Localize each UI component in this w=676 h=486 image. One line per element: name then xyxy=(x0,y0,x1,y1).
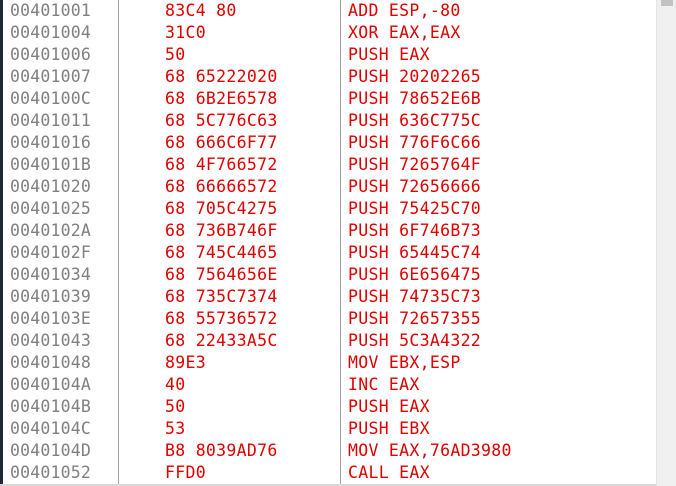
hex-bytes-cell[interactable]: 68 735C7374 xyxy=(165,286,278,308)
address-cell[interactable]: 0040104A xyxy=(10,374,91,396)
hex-bytes-cell[interactable]: 68 745C4465 xyxy=(165,242,278,264)
hex-bytes-cell[interactable]: 68 5C776C63 xyxy=(165,110,278,132)
disassembly-row[interactable]: 0040102A 68 736B746F PUSH 6F746B73 xyxy=(0,220,656,242)
instruction-cell[interactable]: PUSH EAX xyxy=(348,396,430,418)
hex-bytes-cell[interactable]: 68 666C6F77 xyxy=(165,132,278,154)
disassembly-row[interactable]: 0040101B 68 4F766572 PUSH 7265764F xyxy=(0,154,656,176)
instruction-cell[interactable]: CALL EAX xyxy=(348,462,430,484)
address-cell[interactable]: 0040103E xyxy=(10,308,91,330)
address-cell[interactable]: 0040104C xyxy=(10,418,91,440)
hex-bytes-cell[interactable]: 40 xyxy=(165,374,185,396)
disassembly-row[interactable]: 00401034 68 7564656E PUSH 6E656475 xyxy=(0,264,656,286)
disassembly-row[interactable]: 00401039 68 735C7374 PUSH 74735C73 xyxy=(0,286,656,308)
hex-bytes-cell[interactable]: 68 66666572 xyxy=(165,176,278,198)
address-cell[interactable]: 00401006 xyxy=(10,44,91,66)
disassembly-row[interactable]: 00401043 68 22433A5C PUSH 5C3A4322 xyxy=(0,330,656,352)
instruction-cell[interactable]: MOV EAX,76AD3980 xyxy=(348,440,512,462)
address-cell[interactable]: 00401043 xyxy=(10,330,91,352)
hex-bytes-cell[interactable]: FFD0 xyxy=(165,462,206,484)
instruction-cell[interactable]: PUSH 65445C74 xyxy=(348,242,481,264)
disassembly-row[interactable]: 0040102F 68 745C4465 PUSH 65445C74 xyxy=(0,242,656,264)
hex-bytes-cell[interactable]: 53 xyxy=(165,418,185,440)
address-cell[interactable]: 00401034 xyxy=(10,264,91,286)
disassembly-row[interactable]: 00401001 83C4 80 ADD ESP,-80 xyxy=(0,0,656,22)
address-cell[interactable]: 00401025 xyxy=(10,198,91,220)
disassembly-row[interactable]: 00401006 50 PUSH EAX xyxy=(0,44,656,66)
instruction-cell[interactable]: PUSH 5C3A4322 xyxy=(348,330,481,352)
hex-bytes-cell[interactable]: 83C4 80 xyxy=(165,0,237,22)
address-cell[interactable]: 0040102F xyxy=(10,242,91,264)
disassembly-row[interactable]: 0040104B 50 PUSH EAX xyxy=(0,396,656,418)
disassembly-rows: 00401001 83C4 80 ADD ESP,-80 00401004 31C0 XO… xyxy=(0,0,656,484)
instruction-cell[interactable]: PUSH 75425C70 xyxy=(348,198,481,220)
disassembly-row[interactable]: 0040104A 40 INC EAX xyxy=(0,374,656,396)
address-cell[interactable]: 0040104D xyxy=(10,440,91,462)
hex-bytes-cell[interactable]: 50 xyxy=(165,396,185,418)
instruction-cell[interactable]: PUSH 72657355 xyxy=(348,308,481,330)
address-cell[interactable]: 00401004 xyxy=(10,22,91,44)
instruction-cell[interactable]: PUSH EAX xyxy=(348,44,430,66)
disassembly-row[interactable]: 00401011 68 5C776C63 PUSH 636C775C xyxy=(0,110,656,132)
disassembly-row[interactable]: 0040104C 53 PUSH EBX xyxy=(0,418,656,440)
instruction-cell[interactable]: PUSH 776F6C66 xyxy=(348,132,481,154)
hex-bytes-cell[interactable]: 89E3 xyxy=(165,352,206,374)
instruction-cell[interactable]: PUSH 6F746B73 xyxy=(348,220,481,242)
instruction-cell[interactable]: PUSH 7265764F xyxy=(348,154,481,176)
instruction-cell[interactable]: PUSH 636C775C xyxy=(348,110,481,132)
instruction-cell[interactable]: MOV EBX,ESP xyxy=(348,352,461,374)
address-cell[interactable]: 00401007 xyxy=(10,66,91,88)
disassembly-row[interactable]: 0040104D B8 8039AD76 MOV EAX,76AD3980 xyxy=(0,440,656,462)
disassembly-row[interactable]: 00401004 31C0 XOR EAX,EAX xyxy=(0,22,656,44)
hex-bytes-cell[interactable]: 68 7564656E xyxy=(165,264,278,286)
instruction-cell[interactable]: ADD ESP,-80 xyxy=(348,0,461,22)
disassembly-row[interactable]: 00401020 68 66666572 PUSH 72656666 xyxy=(0,176,656,198)
disassembly-row[interactable]: 0040100C 68 6B2E6578 PUSH 78652E6B xyxy=(0,88,656,110)
address-cell[interactable]: 0040102A xyxy=(10,220,91,242)
address-cell[interactable]: 00401052 xyxy=(10,462,91,484)
address-cell[interactable]: 00401001 xyxy=(10,0,91,22)
instruction-cell[interactable]: INC EAX xyxy=(348,374,420,396)
hex-bytes-cell[interactable]: 68 55736572 xyxy=(165,308,278,330)
hex-bytes-cell[interactable]: 68 22433A5C xyxy=(165,330,278,352)
hex-bytes-cell[interactable]: 68 6B2E6578 xyxy=(165,88,278,110)
address-cell[interactable]: 00401016 xyxy=(10,132,91,154)
address-cell[interactable]: 00401048 xyxy=(10,352,91,374)
instruction-cell[interactable]: PUSH 6E656475 xyxy=(348,264,481,286)
disassembly-row[interactable]: 00401025 68 705C4275 PUSH 75425C70 xyxy=(0,198,656,220)
hex-bytes-cell[interactable]: 68 4F766572 xyxy=(165,154,278,176)
instruction-cell[interactable]: PUSH 20202265 xyxy=(348,66,481,88)
scrollbar-thumb[interactable] xyxy=(661,0,673,6)
hex-bytes-cell[interactable]: 68 736B746F xyxy=(165,220,278,242)
disassembly-row[interactable]: 00401016 68 666C6F77 PUSH 776F6C66 xyxy=(0,132,656,154)
disassembly-row[interactable]: 00401052 FFD0 CALL EAX xyxy=(0,462,656,484)
address-cell[interactable]: 00401020 xyxy=(10,176,91,198)
instruction-cell[interactable]: PUSH 74735C73 xyxy=(348,286,481,308)
hex-bytes-cell[interactable]: B8 8039AD76 xyxy=(165,440,278,462)
disassembly-pane[interactable]: 00401001 83C4 80 ADD ESP,-80 00401004 31C0 XO… xyxy=(0,0,676,486)
hex-bytes-cell[interactable]: 31C0 xyxy=(165,22,206,44)
instruction-cell[interactable]: PUSH EBX xyxy=(348,418,430,440)
address-cell[interactable]: 00401039 xyxy=(10,286,91,308)
instruction-cell[interactable]: PUSH 72656666 xyxy=(348,176,481,198)
instruction-cell[interactable]: PUSH 78652E6B xyxy=(348,88,481,110)
hex-bytes-cell[interactable]: 50 xyxy=(165,44,185,66)
address-cell[interactable]: 0040104B xyxy=(10,396,91,418)
disassembly-row[interactable]: 0040103E 68 55736572 PUSH 72657355 xyxy=(0,308,656,330)
address-cell[interactable]: 0040100C xyxy=(10,88,91,110)
disassembly-row[interactable]: 00401007 68 65222020 PUSH 20202265 xyxy=(0,66,656,88)
vertical-scrollbar[interactable] xyxy=(656,0,676,486)
hex-bytes-cell[interactable]: 68 65222020 xyxy=(165,66,278,88)
address-cell[interactable]: 0040101B xyxy=(10,154,91,176)
address-cell[interactable]: 00401011 xyxy=(10,110,91,132)
disassembly-row[interactable]: 00401048 89E3 MOV EBX,ESP xyxy=(0,352,656,374)
hex-bytes-cell[interactable]: 68 705C4275 xyxy=(165,198,278,220)
instruction-cell[interactable]: XOR EAX,EAX xyxy=(348,22,461,44)
